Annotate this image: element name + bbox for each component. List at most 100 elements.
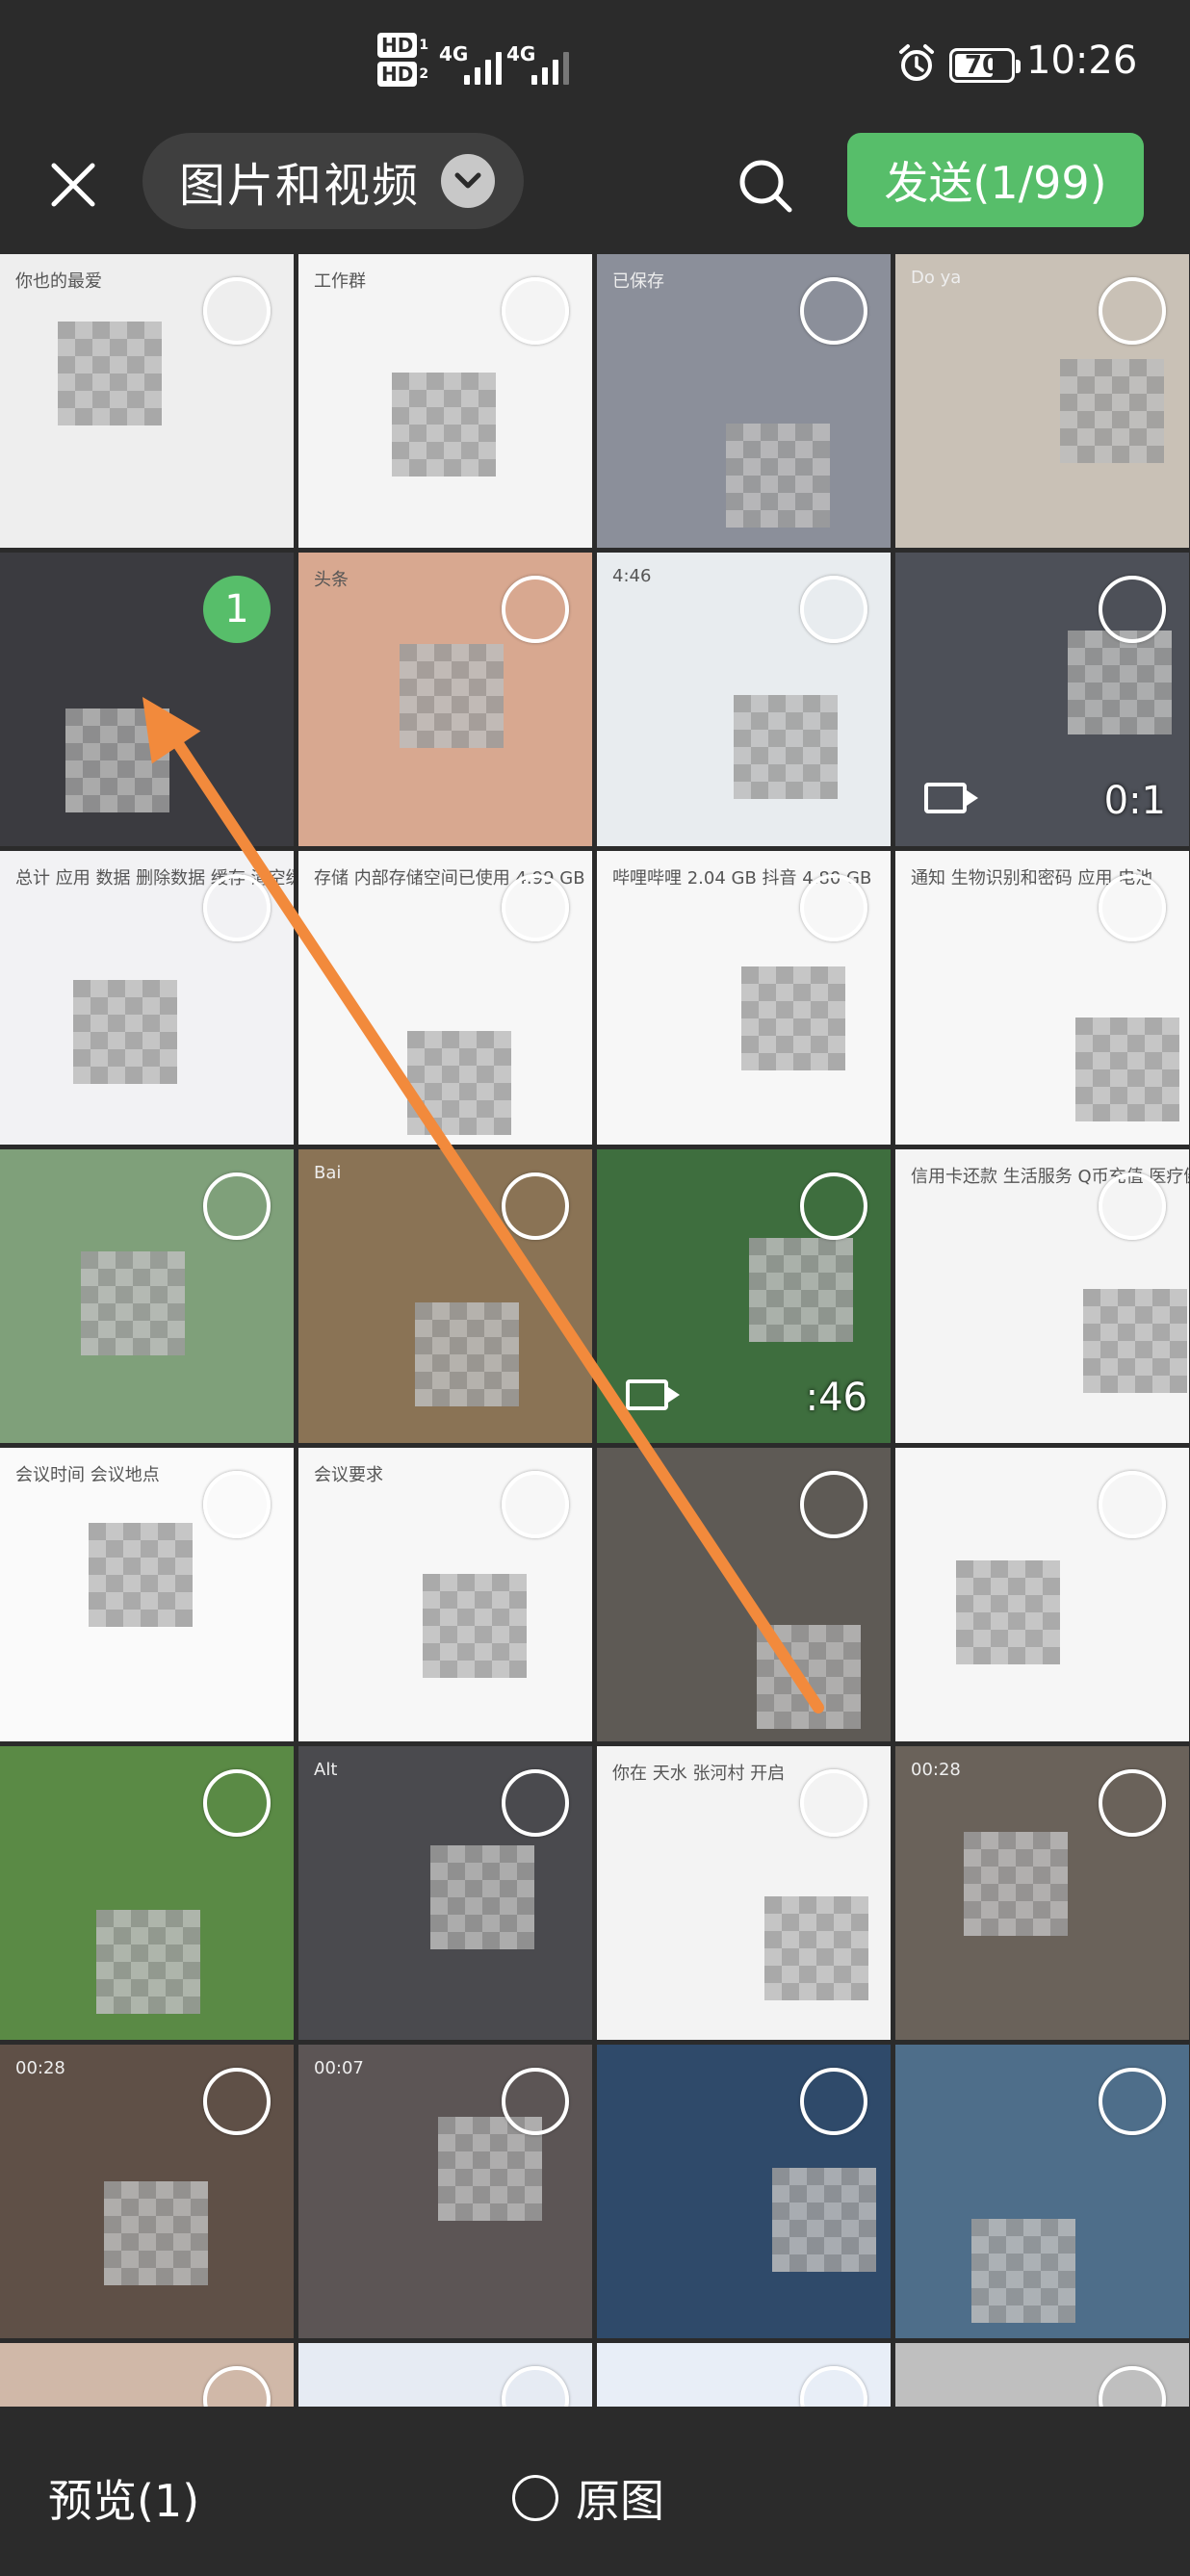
select-circle[interactable]: [502, 576, 569, 643]
media-tile[interactable]: 4:46: [597, 553, 891, 846]
tile-thumbnail-text: 4:46: [612, 566, 652, 586]
media-tile[interactable]: 00:07: [298, 2045, 592, 2338]
original-image-label: 原图: [576, 2475, 664, 2527]
signal-bar: [542, 67, 548, 85]
media-tile[interactable]: 通知 生物识别和密码 应用 电池: [895, 851, 1189, 1145]
select-circle[interactable]: [800, 277, 867, 345]
select-circle[interactable]: [203, 1172, 271, 1240]
tile-thumbnail-text: Do ya: [911, 268, 962, 288]
media-tile[interactable]: 哔哩哔哩 2.04 GB 抖音 4.80 GB: [597, 851, 891, 1145]
privacy-mosaic: [956, 1560, 1060, 1664]
preview-button[interactable]: 预览(1): [48, 2466, 199, 2530]
select-circle[interactable]: [502, 1172, 569, 1240]
privacy-mosaic: [734, 695, 838, 799]
media-tile[interactable]: [0, 1746, 294, 2040]
media-tile[interactable]: [298, 2343, 592, 2407]
chevron-down-icon: [441, 154, 496, 208]
video-camera-icon: [924, 783, 978, 813]
select-circle[interactable]: [800, 1769, 867, 1837]
select-circle[interactable]: [800, 2366, 867, 2407]
privacy-mosaic: [430, 1845, 534, 1949]
select-circle[interactable]: [1099, 1172, 1166, 1240]
select-circle[interactable]: [800, 2068, 867, 2135]
video-duration: :46: [805, 1376, 867, 1420]
media-tile[interactable]: 会议时间 会议地点: [0, 1448, 294, 1741]
privacy-mosaic: [964, 1832, 1068, 1936]
media-tile[interactable]: 00:28: [895, 1746, 1189, 2040]
media-tile[interactable]: 会议要求: [298, 1448, 592, 1741]
original-image-toggle[interactable]: 原图: [512, 2466, 664, 2530]
select-circle[interactable]: [203, 1769, 271, 1837]
media-tile[interactable]: 1: [0, 553, 294, 846]
original-image-radio[interactable]: [512, 2475, 558, 2521]
privacy-mosaic: [1068, 631, 1172, 734]
media-tile[interactable]: [597, 2045, 891, 2338]
media-tile[interactable]: [895, 2343, 1189, 2407]
select-circle[interactable]: [1099, 277, 1166, 345]
media-tile[interactable]: [895, 1448, 1189, 1741]
select-circle[interactable]: [1099, 2068, 1166, 2135]
top-bar: 图片和视频 发送(1/99): [0, 131, 1190, 254]
media-tile[interactable]: [0, 2343, 294, 2407]
media-tile[interactable]: 信用卡还款 生活服务 Q币充值 医疗健康: [895, 1149, 1189, 1443]
select-circle[interactable]: [800, 874, 867, 941]
tile-thumbnail-text: 工作群: [314, 271, 366, 292]
select-circle[interactable]: [203, 874, 271, 941]
media-tile[interactable]: [597, 2343, 891, 2407]
media-tile[interactable]: [0, 1149, 294, 1443]
select-circle[interactable]: [502, 874, 569, 941]
media-tile[interactable]: 你也的最爱: [0, 254, 294, 548]
media-tile[interactable]: :46: [597, 1149, 891, 1443]
media-tile[interactable]: Alt: [298, 1746, 592, 2040]
media-tile[interactable]: 总计 应用 数据 删除数据 缓存 清空缓存: [0, 851, 294, 1145]
signal-bar: [475, 67, 480, 85]
album-selector[interactable]: 图片和视频: [142, 133, 524, 229]
close-icon: [51, 163, 95, 207]
media-tile[interactable]: Do ya: [895, 254, 1189, 548]
media-tile[interactable]: 你在 天水 张河村 开启: [597, 1746, 891, 2040]
select-circle[interactable]: [203, 2366, 271, 2407]
media-tile[interactable]: 已保存: [597, 254, 891, 548]
select-circle[interactable]: [800, 1172, 867, 1240]
search-button[interactable]: [732, 152, 799, 219]
privacy-mosaic: [1075, 1018, 1179, 1121]
media-tile[interactable]: [895, 2045, 1189, 2338]
select-circle[interactable]: [502, 1471, 569, 1538]
select-circle[interactable]: [1099, 874, 1166, 941]
privacy-mosaic: [65, 708, 169, 812]
sim2-signal-icon: [531, 46, 569, 85]
select-circle[interactable]: [203, 1471, 271, 1538]
select-circle[interactable]: [203, 277, 271, 345]
select-circle[interactable]: [800, 1471, 867, 1538]
select-circle[interactable]: [1099, 1769, 1166, 1837]
select-circle[interactable]: [502, 277, 569, 345]
alarm-clock-icon: [899, 44, 934, 81]
select-circle[interactable]: [1099, 576, 1166, 643]
privacy-mosaic: [749, 1238, 853, 1342]
media-tile[interactable]: 00:28: [0, 2045, 294, 2338]
media-tile[interactable]: Bai: [298, 1149, 592, 1443]
sim1-signal-icon: [464, 46, 502, 85]
bottom-bar: 预览(1) 原图: [0, 2407, 1190, 2576]
tile-thumbnail-text: 会议要求: [314, 1465, 383, 1485]
select-circle[interactable]: [502, 2366, 569, 2407]
signal-bar: [485, 60, 491, 85]
search-icon: [739, 160, 792, 213]
status-bar: HD 1 HD 2 4G 4G 70 10:26: [0, 0, 1190, 131]
privacy-mosaic: [757, 1625, 861, 1729]
select-circle[interactable]: [1099, 1471, 1166, 1538]
select-circle[interactable]: [203, 2068, 271, 2135]
media-tile[interactable]: 存储 内部存储空间已使用 4.99 GB: [298, 851, 592, 1145]
media-tile[interactable]: 头条: [298, 553, 592, 846]
media-tile[interactable]: 工作群: [298, 254, 592, 548]
selection-badge[interactable]: 1: [203, 576, 271, 643]
tile-thumbnail-text: 00:07: [314, 2058, 364, 2078]
select-circle[interactable]: [502, 2068, 569, 2135]
media-tile[interactable]: [597, 1448, 891, 1741]
close-button[interactable]: [39, 150, 108, 219]
select-circle[interactable]: [800, 576, 867, 643]
select-circle[interactable]: [1099, 2366, 1166, 2407]
send-button[interactable]: 发送(1/99): [847, 133, 1144, 227]
select-circle[interactable]: [502, 1769, 569, 1837]
media-tile[interactable]: 0:1: [895, 553, 1189, 846]
